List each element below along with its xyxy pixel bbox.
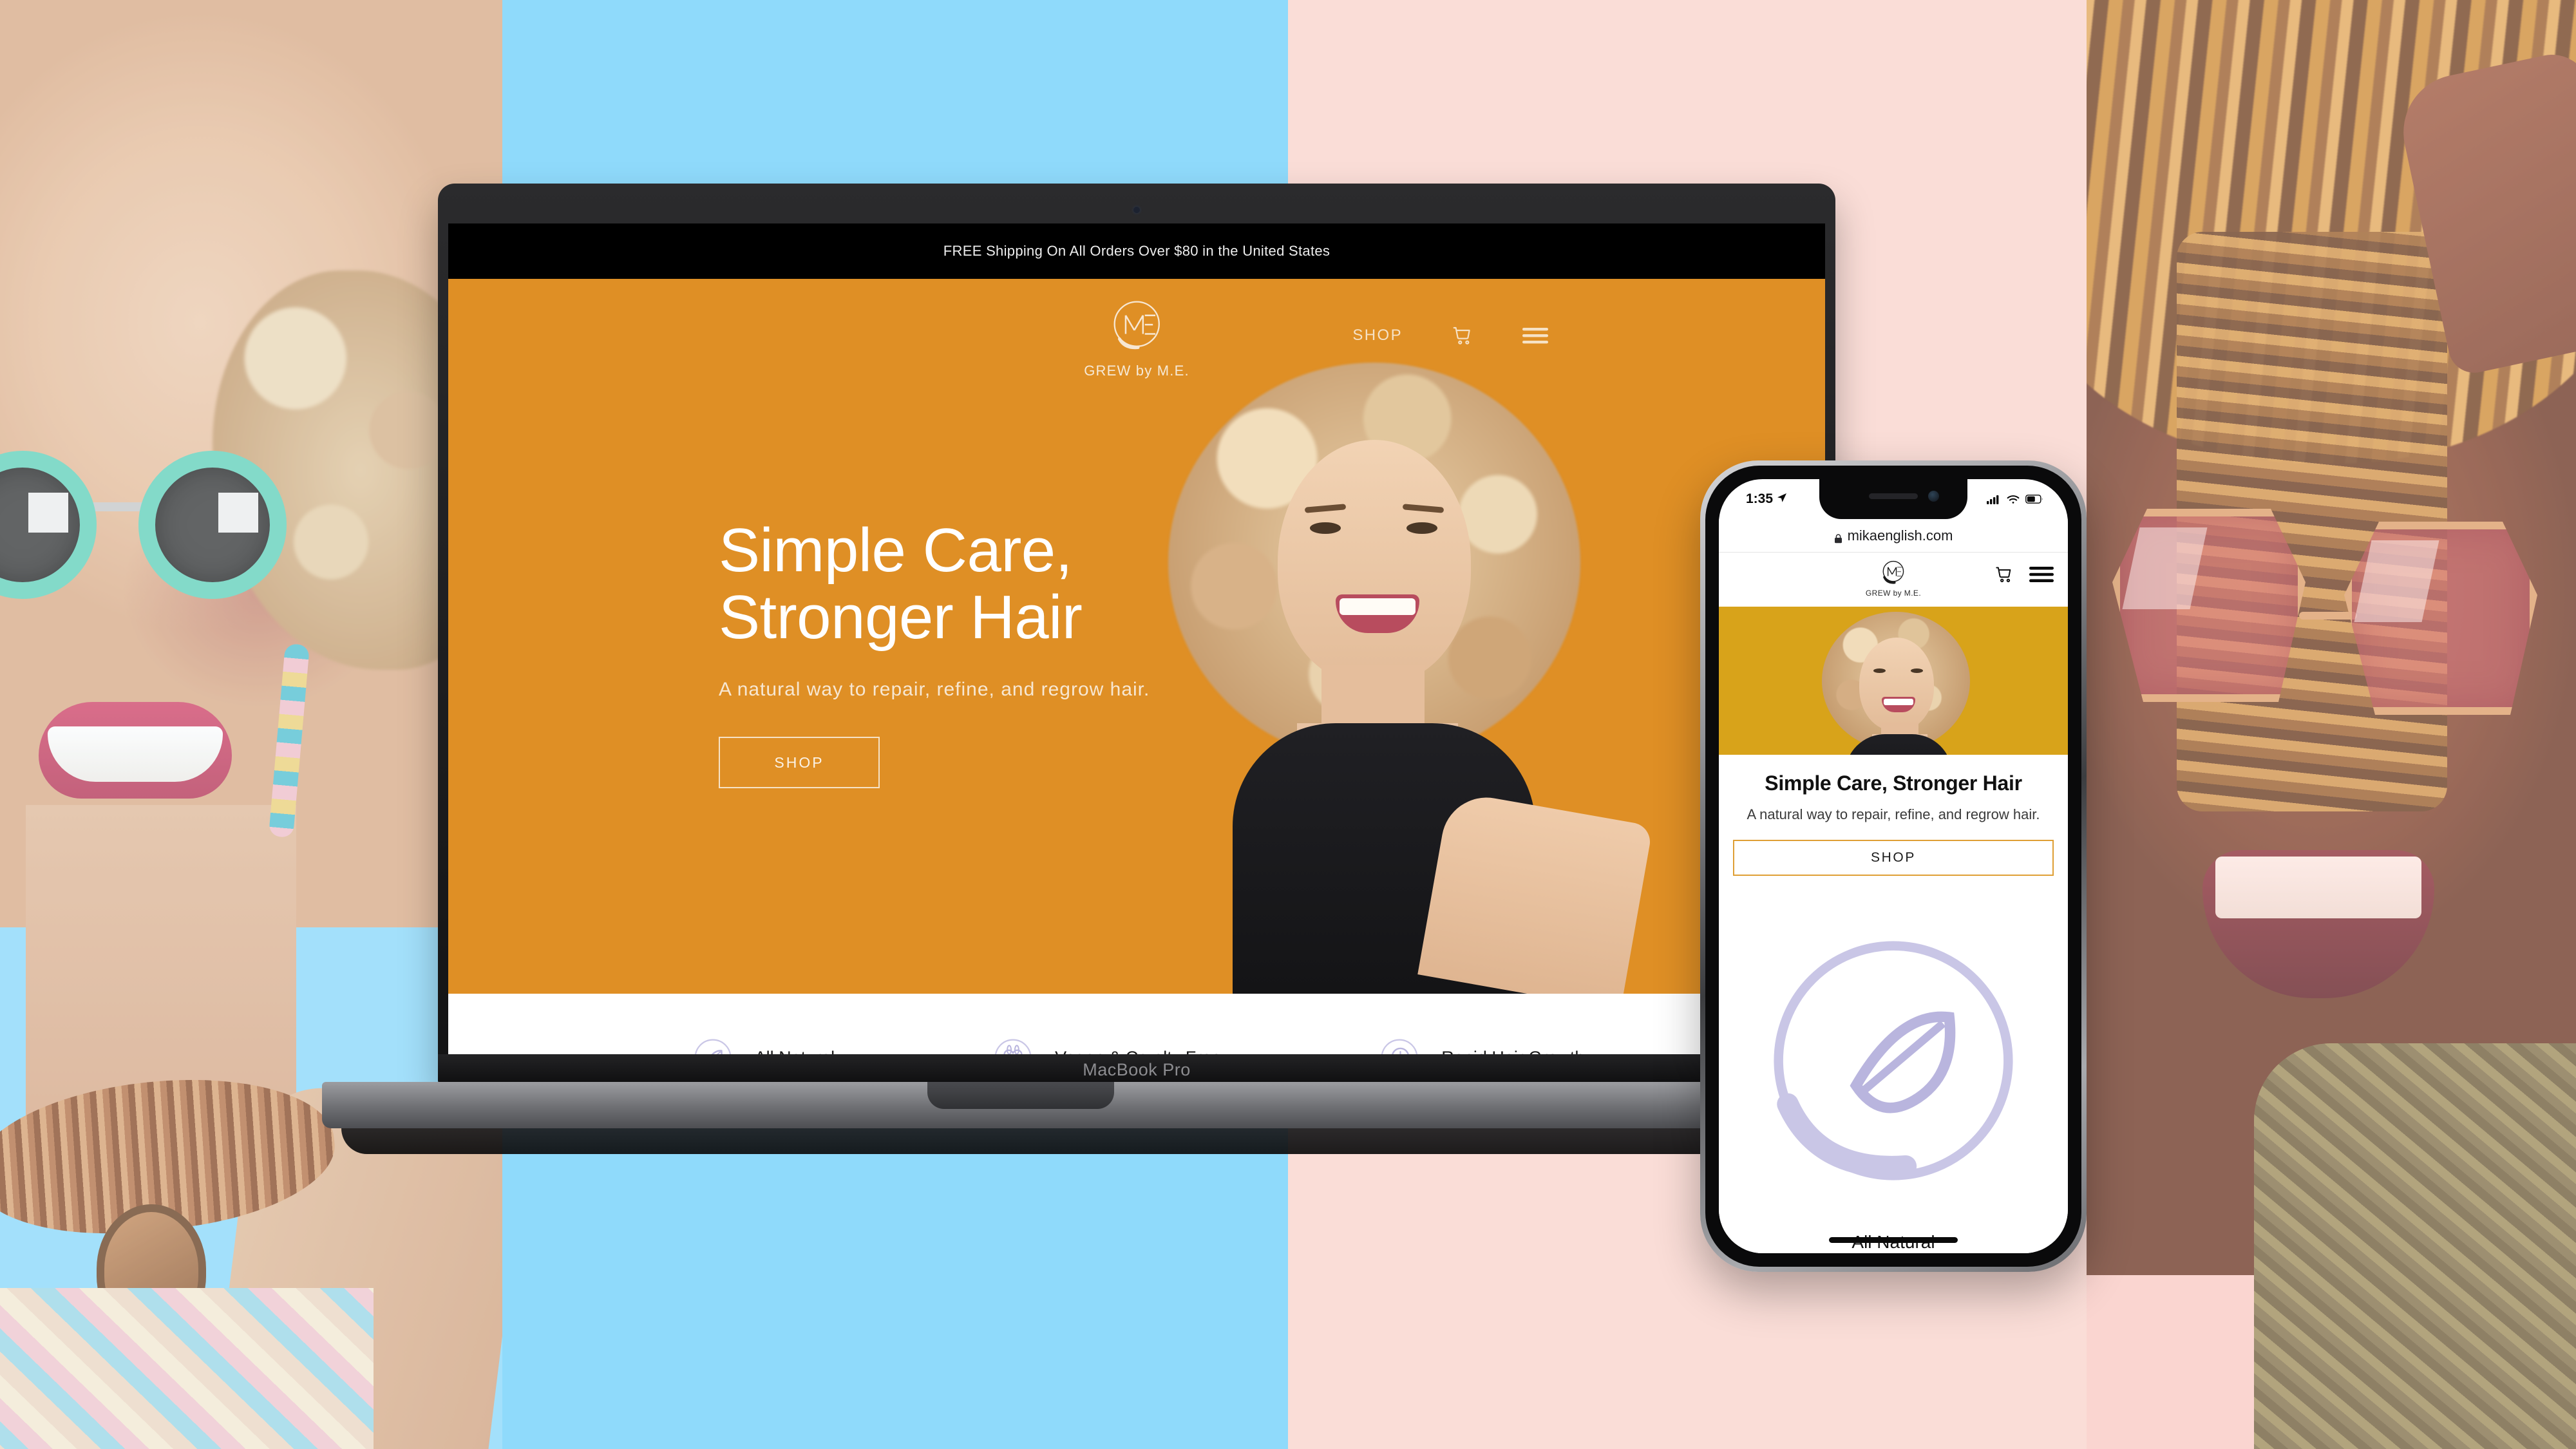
location-arrow-icon <box>1777 491 1787 507</box>
iphone-bezel: 1:35 mikaenglish.com GREW by M.E. Simple… <box>1705 466 2081 1267</box>
macbook-model-label: MacBook Pro <box>1083 1059 1191 1079</box>
cart-icon[interactable] <box>1452 325 1473 346</box>
bunny-heart-icon <box>989 1034 1037 1054</box>
desktop-hero-section: GREW by M.E. SHOP Simple Care, Stronger … <box>448 279 1825 994</box>
macbook-base-notch <box>927 1082 1114 1109</box>
cart-icon[interactable] <box>1994 565 2014 587</box>
leaf-icon <box>689 1034 737 1054</box>
hero-copy-block: Simple Care, Stronger Hair A natural way… <box>719 517 1298 789</box>
hero-subheading: A natural way to repair, refine, and reg… <box>719 679 1150 701</box>
brand-name: GREW by M.E. <box>1084 363 1189 379</box>
desktop-nav-actions: SHOP <box>1352 325 1548 346</box>
mobile-shop-button[interactable]: SHOP <box>1733 840 2054 876</box>
iphone-frame: 1:35 mikaenglish.com GREW by M.E. Simple… <box>1700 460 2087 1272</box>
mobile-hero-copy: Simple Care, Stronger Hair A natural way… <box>1719 755 2068 825</box>
feature-label: Vegan & Cruelty Free <box>1055 1048 1221 1055</box>
feature-label: Rapid Hair Growth <box>1441 1048 1584 1055</box>
browser-url-text: mikaenglish.com <box>1847 527 1953 544</box>
announcement-text: FREE Shipping On All Orders Over $80 in … <box>943 243 1331 259</box>
lock-icon <box>1834 531 1842 544</box>
macbook-device: FREE Shipping On All Orders Over $80 in … <box>322 184 1951 1182</box>
mobile-brand-logo[interactable]: GREW by M.E. <box>1866 558 1921 598</box>
iphone-status-bar: 1:35 <box>1719 479 2068 519</box>
hero-heading-line2: Stronger Hair <box>719 582 1083 652</box>
me-logo-icon <box>1106 296 1168 357</box>
mobile-site-header: GREW by M.E. <box>1719 553 2068 607</box>
mobile-header-actions <box>1994 565 2054 587</box>
status-time: 1:35 <box>1746 491 1774 506</box>
left-model-garment <box>0 1288 374 1449</box>
leaf-icon <box>1738 941 2049 1218</box>
hamburger-menu-icon[interactable] <box>1522 327 1548 345</box>
desktop-navbar: GREW by M.E. SHOP <box>448 279 1825 395</box>
hamburger-menu-icon[interactable] <box>2029 566 2054 586</box>
home-indicator[interactable] <box>1829 1237 1958 1243</box>
desktop-website: FREE Shipping On All Orders Over $80 in … <box>448 223 1825 1054</box>
hero-shop-button[interactable]: SHOP <box>719 737 880 789</box>
mobile-hero-subheading: A natural way to repair, refine, and reg… <box>1747 806 2040 822</box>
status-indicators <box>1987 494 2043 504</box>
desktop-features-row: All Natural Vegan & Crue <box>448 994 1825 1054</box>
wifi-icon <box>2007 495 2020 504</box>
macbook-base-shadow <box>341 1128 1932 1154</box>
mobile-brand-name: GREW by M.E. <box>1865 589 1922 598</box>
right-model-photo <box>2087 0 2576 1449</box>
cellular-signal-icon <box>1987 494 2001 504</box>
macbook-chin: MacBook Pro <box>438 1054 1835 1085</box>
status-time-group: 1:35 <box>1746 491 1787 507</box>
feature-item-all-natural: All Natural <box>689 1034 835 1054</box>
hero-heading-line1: Simple Care, <box>719 516 1072 585</box>
left-model-mouth <box>39 702 232 799</box>
iphone-device: 1:35 mikaenglish.com GREW by M.E. Simple… <box>1615 460 2087 1449</box>
iphone-screen: 1:35 mikaenglish.com GREW by M.E. Simple… <box>1719 479 2068 1253</box>
macbook-lid: FREE Shipping On All Orders Over $80 in … <box>438 184 1835 1085</box>
me-logo-icon <box>1879 558 1908 587</box>
browser-url-bar[interactable]: mikaenglish.com <box>1719 519 2068 553</box>
mobile-feature-all-natural: All Natural Free your head from harsh ch… <box>1719 876 2068 1253</box>
announcement-bar: FREE Shipping On All Orders Over $80 in … <box>448 223 1825 279</box>
feature-item-vegan-cruelty-free: Vegan & Cruelty Free <box>989 1034 1221 1054</box>
left-sunglasses-lens-right <box>138 451 287 599</box>
feature-label: All Natural <box>755 1048 835 1055</box>
mobile-hero-heading: Simple Care, Stronger Hair <box>1765 772 2022 795</box>
nav-shop-link[interactable]: SHOP <box>1352 327 1403 345</box>
hero-heading: Simple Care, Stronger Hair <box>719 517 1298 650</box>
mobile-hero-image <box>1719 607 2068 755</box>
right-sunglasses-bridge <box>2299 612 2357 620</box>
right-sunglasses-lens-right <box>2344 522 2537 715</box>
clock-icon <box>1376 1034 1423 1054</box>
macbook-camera-icon <box>1133 207 1140 213</box>
right-model-sweater <box>2254 1043 2576 1449</box>
feature-item-rapid-hair-growth: Rapid Hair Growth <box>1376 1034 1584 1054</box>
brand-logo[interactable]: GREW by M.E. <box>1084 296 1189 379</box>
right-sunglasses-lens-left <box>2112 509 2306 702</box>
macbook-screen: FREE Shipping On All Orders Over $80 in … <box>448 223 1825 1054</box>
battery-icon <box>2025 495 2043 504</box>
